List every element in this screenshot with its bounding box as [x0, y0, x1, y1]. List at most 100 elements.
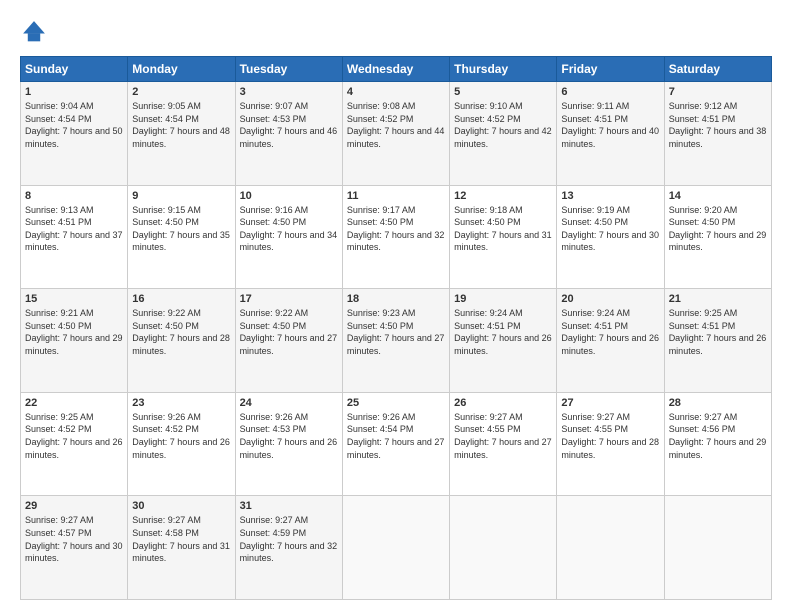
calendar-cell: 24 Sunrise: 9:26 AMSunset: 4:53 PMDaylig…: [235, 392, 342, 496]
calendar-cell: 2 Sunrise: 9:05 AMSunset: 4:54 PMDayligh…: [128, 82, 235, 186]
calendar-cell: 7 Sunrise: 9:12 AMSunset: 4:51 PMDayligh…: [664, 82, 771, 186]
day-number: 10: [240, 190, 338, 202]
calendar-cell: 13 Sunrise: 9:19 AMSunset: 4:50 PMDaylig…: [557, 185, 664, 289]
calendar-table: SundayMondayTuesdayWednesdayThursdayFrid…: [20, 56, 772, 600]
day-info: Sunrise: 9:16 AMSunset: 4:50 PMDaylight:…: [240, 205, 338, 253]
day-info: Sunrise: 9:13 AMSunset: 4:51 PMDaylight:…: [25, 205, 123, 253]
day-info: Sunrise: 9:27 AMSunset: 4:56 PMDaylight:…: [669, 412, 767, 460]
weekday-header-tuesday: Tuesday: [235, 57, 342, 82]
calendar-cell: 4 Sunrise: 9:08 AMSunset: 4:52 PMDayligh…: [342, 82, 449, 186]
day-number: 25: [347, 397, 445, 409]
calendar-cell: 19 Sunrise: 9:24 AMSunset: 4:51 PMDaylig…: [450, 289, 557, 393]
calendar-cell: 5 Sunrise: 9:10 AMSunset: 4:52 PMDayligh…: [450, 82, 557, 186]
day-number: 27: [561, 397, 659, 409]
day-info: Sunrise: 9:27 AMSunset: 4:57 PMDaylight:…: [25, 515, 123, 563]
day-info: Sunrise: 9:27 AMSunset: 4:55 PMDaylight:…: [454, 412, 552, 460]
calendar-cell: 21 Sunrise: 9:25 AMSunset: 4:51 PMDaylig…: [664, 289, 771, 393]
day-number: 26: [454, 397, 552, 409]
day-number: 24: [240, 397, 338, 409]
day-number: 15: [25, 293, 123, 305]
calendar-cell: 25 Sunrise: 9:26 AMSunset: 4:54 PMDaylig…: [342, 392, 449, 496]
day-number: 2: [132, 86, 230, 98]
calendar-cell: 1 Sunrise: 9:04 AMSunset: 4:54 PMDayligh…: [21, 82, 128, 186]
day-number: 16: [132, 293, 230, 305]
day-info: Sunrise: 9:22 AMSunset: 4:50 PMDaylight:…: [240, 308, 338, 356]
day-info: Sunrise: 9:22 AMSunset: 4:50 PMDaylight:…: [132, 308, 230, 356]
day-number: 19: [454, 293, 552, 305]
day-number: 5: [454, 86, 552, 98]
day-info: Sunrise: 9:26 AMSunset: 4:52 PMDaylight:…: [132, 412, 230, 460]
day-number: 6: [561, 86, 659, 98]
day-info: Sunrise: 9:08 AMSunset: 4:52 PMDaylight:…: [347, 101, 445, 149]
day-number: 17: [240, 293, 338, 305]
day-info: Sunrise: 9:25 AMSunset: 4:52 PMDaylight:…: [25, 412, 123, 460]
day-info: Sunrise: 9:27 AMSunset: 4:58 PMDaylight:…: [132, 515, 230, 563]
day-number: 18: [347, 293, 445, 305]
day-info: Sunrise: 9:27 AMSunset: 4:59 PMDaylight:…: [240, 515, 338, 563]
day-number: 14: [669, 190, 767, 202]
calendar-cell: 27 Sunrise: 9:27 AMSunset: 4:55 PMDaylig…: [557, 392, 664, 496]
day-info: Sunrise: 9:24 AMSunset: 4:51 PMDaylight:…: [561, 308, 659, 356]
page-header: [20, 18, 772, 46]
day-number: 20: [561, 293, 659, 305]
calendar-cell: 31 Sunrise: 9:27 AMSunset: 4:59 PMDaylig…: [235, 496, 342, 600]
calendar-cell: [664, 496, 771, 600]
day-number: 11: [347, 190, 445, 202]
calendar-cell: [557, 496, 664, 600]
calendar-cell: 16 Sunrise: 9:22 AMSunset: 4:50 PMDaylig…: [128, 289, 235, 393]
day-info: Sunrise: 9:15 AMSunset: 4:50 PMDaylight:…: [132, 205, 230, 253]
weekday-header-saturday: Saturday: [664, 57, 771, 82]
calendar-cell: 11 Sunrise: 9:17 AMSunset: 4:50 PMDaylig…: [342, 185, 449, 289]
calendar-cell: 28 Sunrise: 9:27 AMSunset: 4:56 PMDaylig…: [664, 392, 771, 496]
day-number: 4: [347, 86, 445, 98]
day-number: 9: [132, 190, 230, 202]
day-info: Sunrise: 9:27 AMSunset: 4:55 PMDaylight:…: [561, 412, 659, 460]
day-number: 21: [669, 293, 767, 305]
calendar-cell: 17 Sunrise: 9:22 AMSunset: 4:50 PMDaylig…: [235, 289, 342, 393]
calendar-cell: [450, 496, 557, 600]
day-info: Sunrise: 9:26 AMSunset: 4:54 PMDaylight:…: [347, 412, 445, 460]
calendar-cell: 18 Sunrise: 9:23 AMSunset: 4:50 PMDaylig…: [342, 289, 449, 393]
calendar-cell: 22 Sunrise: 9:25 AMSunset: 4:52 PMDaylig…: [21, 392, 128, 496]
calendar-week-3: 15 Sunrise: 9:21 AMSunset: 4:50 PMDaylig…: [21, 289, 772, 393]
day-number: 12: [454, 190, 552, 202]
day-number: 1: [25, 86, 123, 98]
day-info: Sunrise: 9:05 AMSunset: 4:54 PMDaylight:…: [132, 101, 230, 149]
calendar-cell: 30 Sunrise: 9:27 AMSunset: 4:58 PMDaylig…: [128, 496, 235, 600]
day-info: Sunrise: 9:25 AMSunset: 4:51 PMDaylight:…: [669, 308, 767, 356]
day-info: Sunrise: 9:11 AMSunset: 4:51 PMDaylight:…: [561, 101, 659, 149]
weekday-header-row: SundayMondayTuesdayWednesdayThursdayFrid…: [21, 57, 772, 82]
calendar-cell: 29 Sunrise: 9:27 AMSunset: 4:57 PMDaylig…: [21, 496, 128, 600]
day-number: 13: [561, 190, 659, 202]
calendar-cell: 9 Sunrise: 9:15 AMSunset: 4:50 PMDayligh…: [128, 185, 235, 289]
day-info: Sunrise: 9:24 AMSunset: 4:51 PMDaylight:…: [454, 308, 552, 356]
day-info: Sunrise: 9:23 AMSunset: 4:50 PMDaylight:…: [347, 308, 445, 356]
calendar-cell: 20 Sunrise: 9:24 AMSunset: 4:51 PMDaylig…: [557, 289, 664, 393]
calendar-cell: 8 Sunrise: 9:13 AMSunset: 4:51 PMDayligh…: [21, 185, 128, 289]
calendar-cell: 15 Sunrise: 9:21 AMSunset: 4:50 PMDaylig…: [21, 289, 128, 393]
day-number: 22: [25, 397, 123, 409]
calendar-cell: 3 Sunrise: 9:07 AMSunset: 4:53 PMDayligh…: [235, 82, 342, 186]
calendar-week-4: 22 Sunrise: 9:25 AMSunset: 4:52 PMDaylig…: [21, 392, 772, 496]
day-number: 30: [132, 500, 230, 512]
day-info: Sunrise: 9:04 AMSunset: 4:54 PMDaylight:…: [25, 101, 123, 149]
day-info: Sunrise: 9:17 AMSunset: 4:50 PMDaylight:…: [347, 205, 445, 253]
weekday-header-thursday: Thursday: [450, 57, 557, 82]
day-number: 28: [669, 397, 767, 409]
day-number: 3: [240, 86, 338, 98]
day-info: Sunrise: 9:18 AMSunset: 4:50 PMDaylight:…: [454, 205, 552, 253]
calendar-week-1: 1 Sunrise: 9:04 AMSunset: 4:54 PMDayligh…: [21, 82, 772, 186]
calendar-week-5: 29 Sunrise: 9:27 AMSunset: 4:57 PMDaylig…: [21, 496, 772, 600]
calendar-cell: 10 Sunrise: 9:16 AMSunset: 4:50 PMDaylig…: [235, 185, 342, 289]
logo: [20, 18, 52, 46]
day-number: 8: [25, 190, 123, 202]
weekday-header-sunday: Sunday: [21, 57, 128, 82]
day-info: Sunrise: 9:07 AMSunset: 4:53 PMDaylight:…: [240, 101, 338, 149]
weekday-header-monday: Monday: [128, 57, 235, 82]
day-info: Sunrise: 9:12 AMSunset: 4:51 PMDaylight:…: [669, 101, 767, 149]
calendar-cell: 23 Sunrise: 9:26 AMSunset: 4:52 PMDaylig…: [128, 392, 235, 496]
day-number: 29: [25, 500, 123, 512]
calendar-cell: 14 Sunrise: 9:20 AMSunset: 4:50 PMDaylig…: [664, 185, 771, 289]
weekday-header-wednesday: Wednesday: [342, 57, 449, 82]
day-info: Sunrise: 9:21 AMSunset: 4:50 PMDaylight:…: [25, 308, 123, 356]
